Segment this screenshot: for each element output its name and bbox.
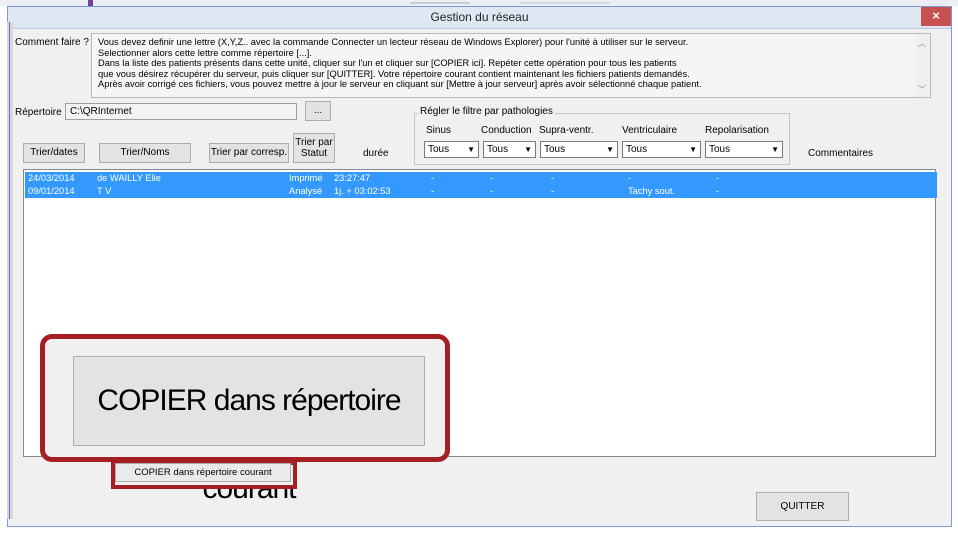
chevron-up-icon[interactable]: ︿	[918, 38, 926, 49]
row-repolarisation: -	[716, 186, 720, 196]
help-line: que vous désirez récupérer du serveur, p…	[98, 68, 690, 79]
copy-button-zoomed[interactable]: COPIER dans répertoire courant	[73, 356, 425, 505]
comments-column-label: Commentaires	[808, 148, 874, 159]
help-line: Selectionner alors cette lettre comme ré…	[98, 47, 312, 58]
filter-value: Tous	[544, 144, 566, 155]
sort-by-date-button[interactable]: Trier/dates	[23, 143, 85, 163]
directory-input[interactable]: C:\QRInternet	[65, 103, 297, 120]
row-date: 09/01/2014	[28, 186, 75, 196]
help-text-box[interactable]: Vous devez definir une lettre (X,Y,Z.. a…	[91, 33, 931, 98]
dropdown-arrow-icon: ▼	[771, 145, 779, 154]
row-duration: 23:27:47	[334, 173, 371, 183]
row-duration: 1j. + 03:02:53	[334, 186, 391, 196]
duration-column-label: durée	[363, 148, 389, 159]
filter-value: Tous	[626, 144, 648, 155]
row-supra: -	[551, 186, 555, 196]
filter-select-supra[interactable]: Tous ▼	[540, 141, 618, 158]
row-date: 24/03/2014	[28, 173, 75, 183]
help-line: Vous devez definir une lettre (X,Y,Z.. a…	[98, 37, 689, 47]
dropdown-arrow-icon: ▼	[606, 145, 614, 154]
sort-status-line: Trier par	[295, 137, 333, 148]
row-status: Imprimé	[289, 173, 323, 183]
quit-button[interactable]: QUITTER	[756, 492, 849, 521]
filter-select-repolarisation[interactable]: Tous ▼	[705, 141, 783, 158]
chevron-down-icon[interactable]: ﹀	[918, 84, 926, 95]
filter-label-conduction: Conduction	[481, 125, 532, 136]
left-edge	[7, 22, 13, 519]
dropdown-arrow-icon: ▼	[689, 145, 697, 154]
table-row[interactable]: 09/01/2014 T V Analysé 1j. + 03:02:53 - …	[25, 185, 937, 198]
filter-label-ventricular: Ventriculaire	[622, 125, 678, 136]
row-name: T V	[97, 186, 112, 196]
row-repolarisation: -	[716, 173, 720, 183]
row-sinus: -	[431, 186, 435, 196]
filter-select-ventricular[interactable]: Tous ▼	[622, 141, 701, 158]
title-bar[interactable]: Gestion du réseau ×	[8, 7, 951, 29]
row-sinus: -	[431, 173, 435, 183]
sort-by-name-button[interactable]: Trier/Noms	[99, 143, 191, 163]
filter-group-title: Régler le filtre par pathologies	[418, 106, 555, 117]
browse-button[interactable]: ...	[305, 101, 331, 121]
help-label: Comment faire ?	[15, 37, 89, 48]
close-button[interactable]: ×	[921, 7, 951, 26]
filter-value: Tous	[709, 144, 731, 155]
copy-to-current-directory-button[interactable]: COPIER dans répertoire courant	[115, 463, 291, 482]
directory-label: Répertoire	[15, 107, 62, 118]
filter-label-sinus: Sinus	[426, 125, 452, 136]
help-line: Dans la liste des patients présents dans…	[98, 58, 677, 69]
row-conduction: -	[490, 186, 494, 196]
row-ventricular: -	[628, 173, 632, 183]
filter-value: Tous	[487, 144, 509, 155]
left-edge-line	[9, 22, 10, 519]
filter-select-sinus[interactable]: Tous ▼	[424, 141, 479, 158]
help-line: Après avoir corrigé ces fichiers, vous p…	[98, 79, 702, 90]
row-name: de WAILLY Elie	[97, 173, 161, 183]
sort-by-status-button[interactable]: Trier par Statut	[293, 133, 335, 163]
help-scrollbar[interactable]: ︿ ﹀	[915, 34, 930, 97]
dropdown-arrow-icon: ▼	[467, 145, 475, 154]
filter-select-conduction[interactable]: Tous ▼	[483, 141, 536, 158]
filter-label-repolarisation: Repolarisation	[705, 125, 769, 136]
dropdown-arrow-icon: ▼	[524, 145, 532, 154]
row-status: Analysé	[289, 186, 323, 196]
row-supra: -	[551, 173, 555, 183]
row-ventricular: Tachy sout.	[628, 186, 676, 196]
sort-by-corresp-button[interactable]: Trier par corresp.	[209, 143, 289, 163]
row-conduction: -	[490, 173, 494, 183]
filter-value: Tous	[428, 144, 450, 155]
help-text: Vous devez definir une lettre (X,Y,Z.. a…	[98, 37, 910, 90]
background-mark	[410, 2, 470, 4]
filter-label-supra: Supra-ventr.	[539, 125, 594, 136]
table-row[interactable]: 24/03/2014 de WAILLY Elie Imprimé 23:27:…	[25, 172, 937, 185]
sort-status-line: Statut	[300, 148, 328, 159]
background-mark	[520, 2, 610, 4]
window-title: Gestion du réseau	[430, 10, 529, 24]
